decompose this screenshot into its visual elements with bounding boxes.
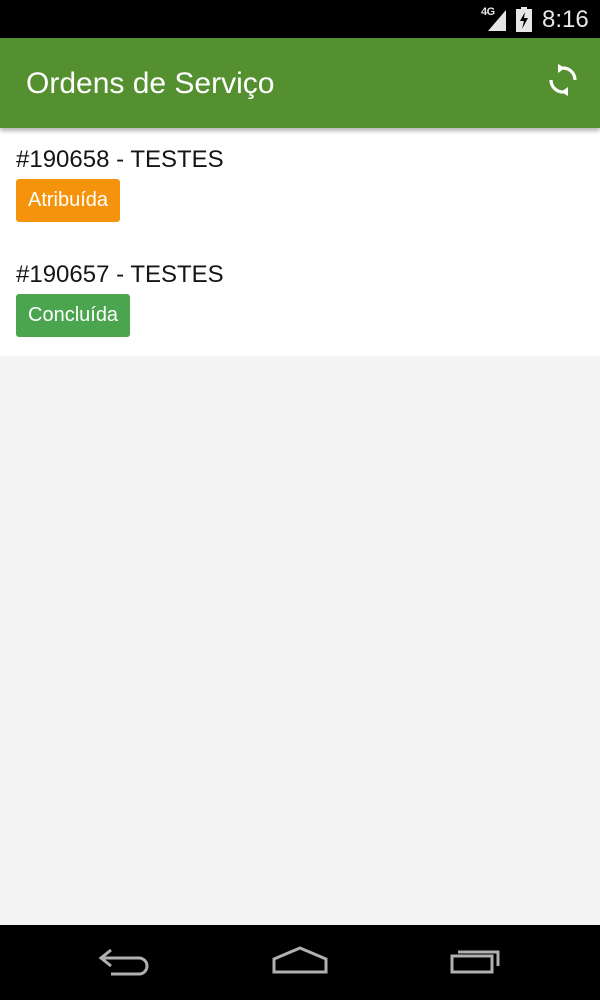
recents-icon xyxy=(448,944,504,983)
back-icon xyxy=(97,944,153,983)
status-badge: Concluída xyxy=(16,294,131,337)
status-time: 8:16 xyxy=(542,6,589,33)
recents-button[interactable] xyxy=(436,937,516,989)
navigation-bar xyxy=(0,925,600,1000)
order-list: #190658 - TESTES Atribuída #190657 - TES… xyxy=(0,128,600,356)
refresh-button[interactable] xyxy=(541,60,585,104)
screen: 4G 8:16 Ordens de Serviço #190658 - TEST… xyxy=(0,0,600,1000)
order-title: #190657 - TESTES xyxy=(16,261,224,288)
order-item[interactable]: #190658 - TESTES Atribuída xyxy=(16,146,584,246)
refresh-icon xyxy=(547,63,579,101)
back-button[interactable] xyxy=(85,937,165,989)
signal-icon xyxy=(486,8,508,37)
battery-icon xyxy=(515,7,533,37)
app-title: Ordens de Serviço xyxy=(26,67,275,100)
home-icon xyxy=(270,944,330,983)
order-title: #190658 - TESTES xyxy=(16,146,224,173)
status-badge: Atribuída xyxy=(16,179,121,222)
app-bar: Ordens de Serviço xyxy=(0,38,600,128)
order-item[interactable]: #190657 - TESTES Concluída xyxy=(16,261,584,361)
status-bar: 4G 8:16 xyxy=(0,0,600,38)
home-button[interactable] xyxy=(260,937,340,989)
